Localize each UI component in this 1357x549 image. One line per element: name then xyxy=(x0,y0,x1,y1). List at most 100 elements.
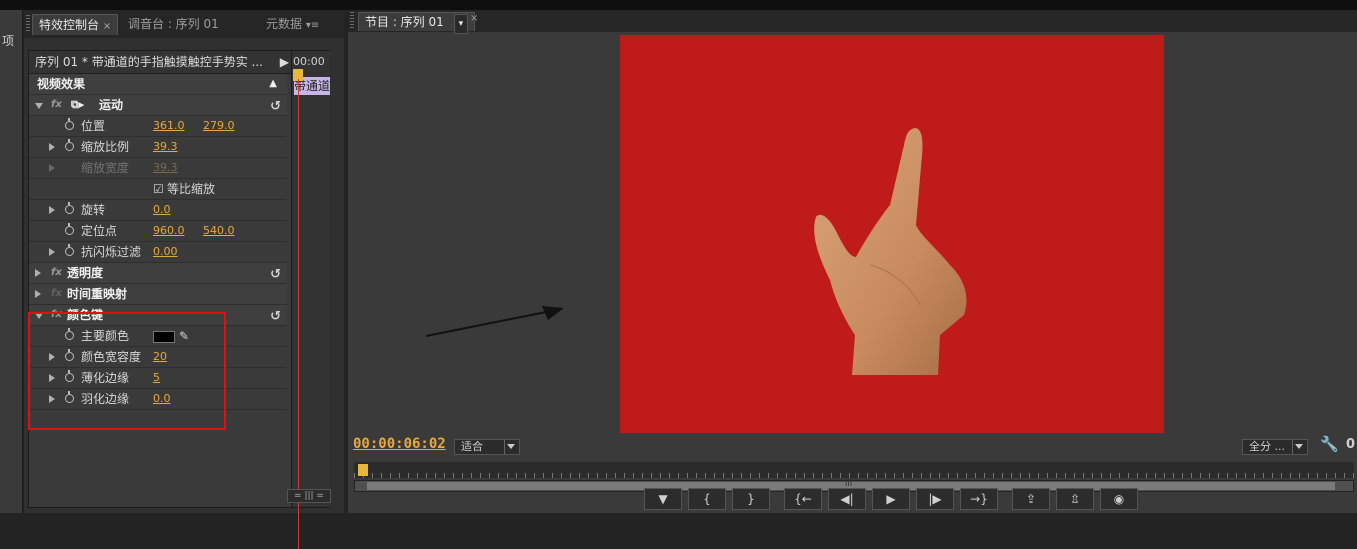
expand-right-icon[interactable] xyxy=(35,290,41,298)
opacity-label: 透明度 xyxy=(67,266,104,280)
expand-right-icon[interactable] xyxy=(49,248,55,256)
param-row-antiflicker: 抗闪烁过滤 0.00 xyxy=(29,242,287,263)
extract-button[interactable]: ⇫ xyxy=(1056,488,1094,510)
expand-right-icon xyxy=(49,164,55,172)
program-timecode[interactable]: 00:00:06:02 xyxy=(353,436,446,452)
reset-icon[interactable]: ↺ xyxy=(270,307,281,327)
panel-gripper[interactable] xyxy=(350,12,354,30)
tab-metadata-label: 元数据 xyxy=(266,17,303,31)
top-strip xyxy=(0,0,1357,10)
stopwatch-icon[interactable] xyxy=(65,118,74,130)
motion-transform-icon[interactable]: ⧉▸ xyxy=(71,95,84,115)
panel-menu-icon[interactable]: ▾≡ xyxy=(306,20,319,31)
arrow-annotation xyxy=(425,306,564,337)
expand-right-icon[interactable] xyxy=(49,206,55,214)
motion-label: 运动 xyxy=(99,98,124,112)
effect-timeline[interactable]: 00:00 带通道 xyxy=(291,51,330,549)
close-icon[interactable]: × xyxy=(103,21,111,32)
project-tab-label[interactable]: 项 xyxy=(2,32,14,49)
anchor-y-value[interactable]: 540.0 xyxy=(203,221,235,241)
stopwatch-icon[interactable] xyxy=(65,223,74,235)
export-frame-button[interactable]: ◉ xyxy=(1100,488,1138,510)
antiflicker-value[interactable]: 0.00 xyxy=(153,242,178,262)
fx-icon: fx xyxy=(51,288,62,299)
marker-button[interactable]: ▼ xyxy=(644,488,682,510)
highlight-annotation-box xyxy=(28,312,226,430)
stopwatch-icon[interactable] xyxy=(65,202,74,214)
anchor-x-value[interactable]: 960.0 xyxy=(153,221,185,241)
video-preview[interactable] xyxy=(620,35,1164,433)
expand-down-icon[interactable] xyxy=(35,103,43,109)
tab-audio-mixer[interactable]: 调音台 : 序列 01 xyxy=(122,14,225,34)
param-row-uniform-scale: ☑ 等比缩放 xyxy=(29,179,287,200)
collapse-up-icon[interactable]: ▲ xyxy=(269,74,277,94)
effect-controls-content: 序列 01 * 带通道的手指触摸触控手势实 ... ▶ 视频效果 ▲ fx ⧉▸… xyxy=(28,50,331,549)
uniform-scale-checkbox[interactable]: ☑ xyxy=(153,179,164,199)
param-row-anchor: 定位点 960.0 540.0 xyxy=(29,221,287,242)
playhead-line xyxy=(298,79,299,549)
expand-right-icon[interactable] xyxy=(35,269,41,277)
fit-dropdown-label: 适合 xyxy=(461,440,483,453)
wrench-icon[interactable]: 🔧 xyxy=(1320,435,1339,453)
uniform-scale-label: 等比缩放 xyxy=(167,182,216,196)
tab-program-label: 节目 : 序列 01 xyxy=(365,15,444,29)
play-button[interactable]: ▶ xyxy=(872,488,910,510)
edge-label: 0 xyxy=(1346,437,1356,452)
panel-gripper[interactable] xyxy=(26,15,30,33)
mark-in-button[interactable]: { xyxy=(688,488,726,510)
scale-width-value: 39.3 xyxy=(153,161,178,174)
position-label: 位置 xyxy=(81,119,106,133)
effect-row-time-remap[interactable]: fx 时间重映射 xyxy=(29,284,287,305)
position-x-value[interactable]: 361.0 xyxy=(153,116,185,136)
zoom-scrollbar[interactable]: = ||| = xyxy=(287,489,331,503)
chevron-down-icon xyxy=(1295,444,1303,449)
hand-image xyxy=(814,128,967,375)
mark-out-button[interactable]: } xyxy=(732,488,770,510)
project-panel-edge[interactable]: 项 xyxy=(0,10,23,513)
go-to-in-button[interactable]: {← xyxy=(784,488,822,510)
tab-effect-controls[interactable]: 特效控制台 × xyxy=(32,14,119,35)
dropdown-separator xyxy=(1292,440,1293,454)
param-row-scale: 缩放比例 39.3 xyxy=(29,137,287,158)
go-to-out-button[interactable]: →} xyxy=(960,488,998,510)
effect-row-motion[interactable]: fx ⧉▸ 运动 ↺ xyxy=(29,95,287,116)
reset-icon[interactable]: ↺ xyxy=(270,265,281,285)
stopwatch-icon[interactable] xyxy=(65,244,74,256)
tab-dropdown-icon[interactable]: ▾ xyxy=(453,14,469,34)
fx-icon[interactable]: fx xyxy=(51,263,62,283)
fit-dropdown[interactable]: 适合 xyxy=(454,439,520,455)
play-clip-icon[interactable]: ▶ xyxy=(280,51,289,73)
effect-controls-panel: 特效控制台 × 调音台 : 序列 01 元数据 ▾≡ 序列 01 * 带通道的手… xyxy=(24,10,344,549)
quality-dropdown[interactable]: 全分 ... xyxy=(1242,439,1308,455)
scale-width-label: 缩放宽度 xyxy=(81,161,130,175)
close-icon[interactable]: × xyxy=(470,13,478,24)
sequence-clip-label: 序列 01 * 带通道的手指触摸触控手势实 ... ▶ xyxy=(29,51,295,74)
antiflicker-label: 抗闪烁过滤 xyxy=(81,245,142,259)
playhead-icon[interactable] xyxy=(358,464,368,476)
stopwatch-icon[interactable] xyxy=(65,139,74,151)
tab-program[interactable]: 节目 : 序列 01 ▾ xyxy=(358,12,476,34)
video-effects-title: 视频效果 xyxy=(37,77,86,91)
scale-label: 缩放比例 xyxy=(81,140,130,154)
sequence-label-text: 序列 01 * 带通道的手指触摸触控手势实 ... xyxy=(35,55,263,69)
tab-metadata[interactable]: 元数据 ▾≡ xyxy=(260,14,325,34)
program-timecode-bar: 00:00:06:02 适合 全分 ... 🔧 0 xyxy=(348,434,1357,458)
program-monitor-panel: 节目 : 序列 01 ▾ × 00:00:06:02 适合 全分 ... 🔧 0… xyxy=(348,10,1357,513)
reset-icon[interactable]: ↺ xyxy=(270,97,281,117)
expand-right-icon[interactable] xyxy=(49,143,55,151)
step-back-button[interactable]: ◀| xyxy=(828,488,866,510)
rotation-label: 旋转 xyxy=(81,203,106,217)
program-time-ruler[interactable] xyxy=(354,462,1354,478)
effect-timeline-timecode: 00:00 xyxy=(293,55,325,68)
lift-button[interactable]: ⇪ xyxy=(1012,488,1050,510)
param-row-scale-width: 缩放宽度 39.3 xyxy=(29,158,287,179)
param-row-rotation: 旋转 0.0 xyxy=(29,200,287,221)
position-y-value[interactable]: 279.0 xyxy=(203,116,235,136)
dropdown-separator xyxy=(504,440,505,454)
effect-row-opacity[interactable]: fx 透明度 ↺ xyxy=(29,263,287,284)
fx-icon[interactable]: fx xyxy=(51,95,62,115)
scale-value[interactable]: 39.3 xyxy=(153,137,178,157)
rotation-value[interactable]: 0.0 xyxy=(153,200,171,220)
anchor-label: 定位点 xyxy=(81,224,118,238)
step-forward-button[interactable]: |▶ xyxy=(916,488,954,510)
